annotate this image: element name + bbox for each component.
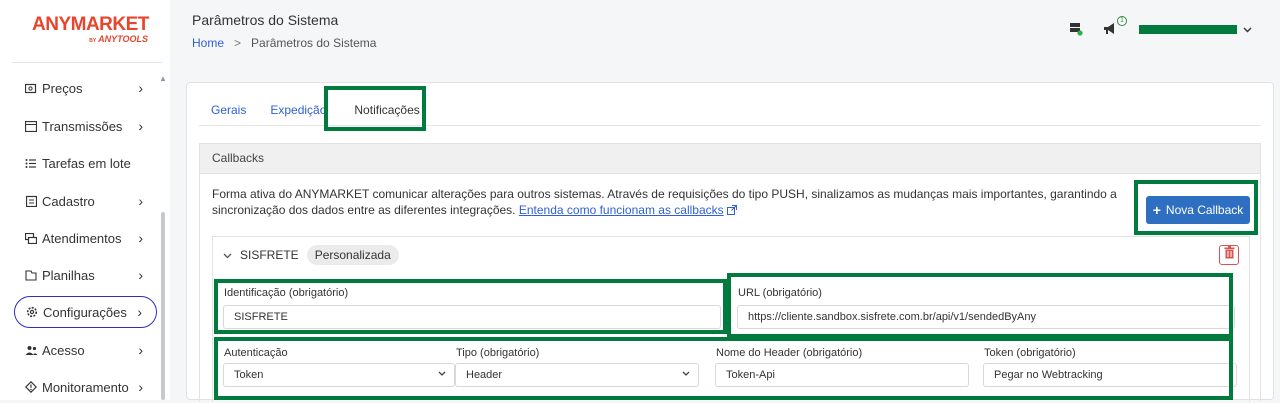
sidebar-item-tarefas-em-lote[interactable]: Tarefas em lote [14, 147, 157, 179]
sidebar-item-monitoramento[interactable]: Monitoramento › [14, 371, 157, 403]
highlight-auth-fields [214, 337, 1233, 400]
chevron-right-icon: › [137, 304, 142, 320]
sidebar-item-acesso[interactable]: Acesso › [14, 334, 157, 366]
chevron-right-icon: › [138, 193, 143, 209]
server-status-icon[interactable] [1069, 22, 1083, 36]
list-icon [24, 156, 38, 170]
sidebar-scrollbar[interactable] [161, 212, 165, 400]
breadcrumb-current: Parâmetros do Sistema [251, 36, 377, 50]
delete-callback-button[interactable] [1219, 245, 1239, 265]
sidebar-divider [12, 62, 162, 63]
chat-icon [24, 231, 38, 245]
highlight-new-callback-button [1134, 180, 1258, 235]
sidebar-item-label: Configurações [43, 304, 127, 320]
sidebar-item-configuracoes[interactable]: Configurações › [14, 296, 157, 328]
sidebar-item-label: Tarefas em lote [42, 155, 131, 171]
highlight-url-field [727, 273, 1233, 338]
users-icon [24, 343, 38, 357]
transmissions-icon [24, 119, 38, 133]
chevron-right-icon: › [138, 267, 143, 283]
highlight-identificacao-field [214, 279, 727, 334]
brand-sub: ANYTOOLS [98, 34, 148, 44]
callbacks-description: Forma ativa do ANYMARKET comunicar alter… [212, 186, 1132, 219]
notification-badge: 1 [1117, 16, 1127, 26]
chevron-right-icon: › [138, 379, 143, 395]
sidebar-item-transmissoes[interactable]: Transmissões › [14, 110, 157, 142]
chevron-right-icon: › [138, 118, 143, 134]
chevron-down-icon [1243, 20, 1252, 38]
breadcrumb: Home > Parâmetros do Sistema [192, 36, 376, 50]
user-menu[interactable] [1139, 20, 1252, 38]
sidebar-item-precos[interactable]: Preços › [14, 72, 157, 104]
user-name-redacted [1139, 24, 1237, 34]
sidebar-item-label: Preços [42, 80, 83, 96]
monitor-icon [24, 380, 38, 394]
highlight-notificacoes-tab [324, 86, 426, 131]
sidebar-item-label: Monitoramento [42, 379, 129, 395]
announcements-icon[interactable]: 1 [1103, 16, 1127, 36]
external-link-icon[interactable] [726, 203, 737, 219]
brand-by: BY [89, 38, 97, 44]
sidebar-item-label: Acesso [42, 342, 85, 358]
header-actions: 1 [1069, 16, 1252, 38]
sidebar-item-label: Transmissões [42, 118, 123, 134]
spreadsheet-icon [24, 268, 38, 282]
callback-item-header[interactable]: SISFRETE Personalizada [213, 237, 1249, 273]
gear-icon [25, 305, 39, 319]
sidebar: ANYMARKET BY ANYTOOLS Preços › Transmiss… [0, 0, 170, 400]
callbacks-title: Callbacks [200, 144, 1260, 174]
sidebar-item-atendimentos[interactable]: Atendimentos › [14, 222, 157, 254]
price-tag-icon [24, 81, 38, 95]
breadcrumb-separator: > [234, 36, 242, 50]
sidebar-item-label: Atendimentos [42, 230, 122, 246]
sidebar-item-cadastro[interactable]: Cadastro › [14, 185, 157, 217]
callback-item-name: SISFRETE [240, 248, 299, 262]
brand-logo[interactable]: ANYMARKET BY ANYTOOLS [32, 14, 152, 44]
callbacks-help-link[interactable]: Entenda como funcionam as callbacks [519, 203, 724, 217]
chevron-right-icon: › [138, 342, 143, 358]
clipboard-icon [24, 194, 38, 208]
trash-icon [1224, 246, 1235, 264]
page-title: Parâmetros do Sistema [192, 12, 339, 28]
sidebar-item-label: Cadastro [42, 193, 95, 209]
scroll-up-arrow-icon[interactable]: ▲ [159, 74, 167, 83]
sidebar-item-planilhas[interactable]: Planilhas › [14, 259, 157, 291]
chevron-right-icon: › [138, 230, 143, 246]
breadcrumb-home-link[interactable]: Home [192, 36, 224, 50]
brand-name: ANYMARKET [32, 14, 149, 35]
chevron-down-icon[interactable] [223, 248, 232, 262]
tab-gerais[interactable]: Gerais [199, 103, 258, 125]
chevron-right-icon: › [138, 80, 143, 96]
callback-item-tag: Personalizada [306, 245, 399, 265]
sidebar-item-label: Planilhas [42, 267, 95, 283]
